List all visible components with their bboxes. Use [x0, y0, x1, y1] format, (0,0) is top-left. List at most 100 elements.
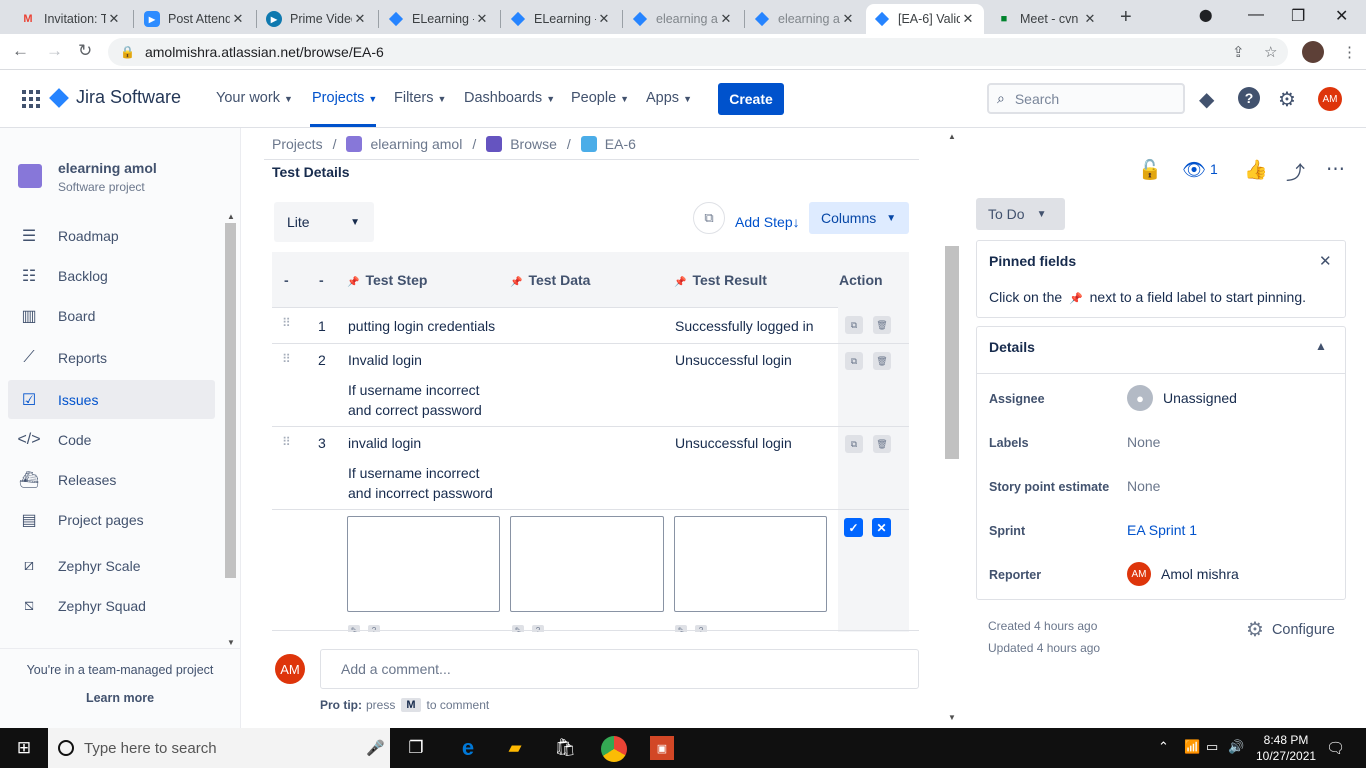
file-explorer-icon[interactable]: ▰ — [503, 736, 527, 760]
chrome-icon[interactable] — [601, 736, 627, 762]
status-dropdown[interactable]: To Do ▼ — [976, 198, 1065, 230]
cancel-step-icon[interactable]: ✕ — [872, 518, 891, 537]
close-tab-icon[interactable]: ✕ — [718, 11, 734, 27]
close-tab-icon[interactable]: ✕ — [1082, 11, 1098, 27]
sidebar-item-releases[interactable]: ⛴ Releases — [8, 461, 215, 499]
test-step-cell[interactable]: invalid login — [348, 433, 421, 453]
breadcrumb-projects[interactable]: Projects — [272, 136, 323, 152]
add-step-button[interactable]: Add Step↓ — [735, 214, 800, 230]
sprint-link[interactable]: EA Sprint 1 — [1127, 522, 1197, 538]
clone-step-icon[interactable]: ⧉ — [845, 352, 863, 370]
sidebar-item-zephyr-scale[interactable]: ⧄ Zephyr Scale — [8, 547, 215, 585]
close-tab-icon[interactable]: ✕ — [596, 11, 612, 27]
new-test-data-textarea[interactable] — [510, 516, 664, 612]
sidebar-item-board[interactable]: ▥ Board — [8, 297, 215, 335]
drag-handle-icon[interactable]: ⠿ — [282, 316, 291, 330]
test-result-cell[interactable]: Successfully logged in — [675, 316, 814, 336]
reload-icon[interactable]: ↻ — [78, 41, 92, 61]
forward-icon[interactable]: → — [46, 41, 63, 61]
test-step-cell[interactable]: Invalid login — [348, 350, 422, 370]
breadcrumb-project[interactable]: elearning amol — [370, 136, 462, 152]
reporter-field[interactable]: AM Amol mishra — [1127, 562, 1239, 586]
sidebar-item-roadmap[interactable]: ☰ Roadmap — [8, 217, 215, 255]
drag-handle-icon[interactable]: ⠿ — [282, 435, 291, 449]
comment-input[interactable]: Add a comment... — [320, 649, 919, 689]
like-icon[interactable]: 👍 — [1244, 158, 1268, 182]
restore-icon[interactable]: ❐ — [1291, 6, 1305, 26]
delete-step-icon[interactable]: 🗑 — [873, 316, 891, 334]
browser-tab[interactable]: elearning a ✕ — [746, 4, 864, 34]
nav-apps[interactable]: Apps ▼ — [646, 90, 692, 106]
header-test-step[interactable]: 📌 Test Step — [347, 272, 427, 288]
scroll-up-icon[interactable]: ▲ — [948, 132, 956, 141]
close-tab-icon[interactable]: ✕ — [352, 11, 368, 27]
header-test-result[interactable]: 📌 Test Result — [674, 272, 767, 288]
delete-step-icon[interactable]: 🗑 — [873, 435, 891, 453]
edge-icon[interactable]: e — [456, 735, 480, 760]
help-icon[interactable]: ? — [1238, 87, 1260, 109]
network-icon[interactable]: 📶 — [1184, 739, 1200, 755]
microphone-icon[interactable]: 🎤 — [366, 739, 385, 757]
taskbar-clock[interactable]: 8:48 PM 10/27/2021 — [1256, 732, 1316, 764]
sidebar-item-backlog[interactable]: ☷ Backlog — [8, 257, 215, 295]
taskbar-search-input[interactable]: Type here to search 🎤 — [48, 728, 390, 768]
more-options-icon[interactable]: ⋯ — [1326, 158, 1345, 181]
back-icon[interactable]: ← — [12, 41, 29, 61]
scroll-up-icon[interactable]: ▲ — [227, 212, 235, 221]
volume-icon[interactable]: 🔊 — [1228, 739, 1244, 755]
browser-tab[interactable]: elearning a ✕ — [624, 4, 742, 34]
sidebar-item-zephyr-squad[interactable]: ⧅ Zephyr Squad — [8, 587, 215, 625]
browser-tab[interactable]: ▶ Prime Video ✕ — [258, 4, 376, 34]
copy-icon[interactable]: ⧉ — [693, 202, 725, 234]
close-icon[interactable]: ✕ — [1319, 252, 1332, 270]
task-view-icon[interactable]: ❐ — [404, 736, 428, 760]
jira-logo[interactable]: Jira Software — [49, 87, 181, 108]
notifications-icon[interactable]: ◆ — [1199, 87, 1214, 112]
close-tab-icon[interactable]: ✕ — [840, 11, 856, 27]
sidebar-item-project-pages[interactable]: ▤ Project pages — [8, 501, 215, 539]
chrome-menu-icon[interactable]: ⋮ — [1342, 43, 1357, 61]
chevron-up-icon[interactable]: ▲ — [1315, 339, 1327, 353]
notification-center-icon[interactable]: 🗨 — [1326, 739, 1345, 757]
browser-tab[interactable]: M Invitation: T ✕ — [12, 4, 130, 34]
story-points-field[interactable]: None — [1127, 478, 1160, 494]
battery-icon[interactable]: ▭ — [1206, 739, 1218, 755]
drag-handle-icon[interactable]: ⠿ — [282, 352, 291, 366]
user-avatar[interactable]: AM — [1318, 87, 1342, 111]
bookmark-star-icon[interactable]: ☆ — [1264, 43, 1277, 61]
windows-start-icon[interactable]: ⊞ — [12, 736, 36, 760]
lock-icon[interactable]: 🔓 — [1138, 158, 1162, 182]
breadcrumb-browse[interactable]: Browse — [510, 136, 557, 152]
share-icon[interactable]: ⤴ — [1286, 158, 1305, 185]
sidebar-item-code[interactable]: </> Code — [8, 421, 215, 459]
chrome-profile-avatar[interactable] — [1302, 41, 1324, 63]
delete-step-icon[interactable]: 🗑 — [873, 352, 891, 370]
nav-your-work[interactable]: Your work ▼ — [216, 90, 293, 106]
window-close-icon[interactable]: ✕ — [1335, 6, 1348, 26]
app-switcher-icon[interactable] — [22, 90, 40, 108]
labels-field[interactable]: None — [1127, 434, 1160, 450]
watch-eye-icon[interactable]: 👁 — [1182, 158, 1206, 182]
assignee-field[interactable]: ● Unassigned — [1127, 385, 1237, 411]
close-tab-icon[interactable]: ✕ — [230, 11, 246, 27]
scroll-down-icon[interactable]: ▼ — [948, 713, 956, 722]
clone-step-icon[interactable]: ⧉ — [845, 316, 863, 334]
new-test-step-textarea[interactable] — [347, 516, 500, 612]
browser-tab-active[interactable]: [EA-6] Valid ✕ — [866, 4, 984, 34]
columns-button[interactable]: Columns ▼ — [809, 202, 909, 234]
scroll-down-icon[interactable]: ▼ — [227, 638, 235, 647]
test-result-cell[interactable]: Unsuccessful login — [675, 433, 792, 453]
breadcrumb-issue[interactable]: EA-6 — [605, 136, 636, 152]
view-mode-select[interactable]: Lite ▼ — [274, 202, 374, 242]
clone-step-icon[interactable]: ⧉ — [845, 435, 863, 453]
nav-filters[interactable]: Filters ▼ — [394, 90, 446, 106]
office-app-icon[interactable]: ▣ — [650, 736, 674, 760]
nav-projects[interactable]: Projects ▼ — [312, 90, 377, 106]
learn-more-link[interactable]: Learn more — [0, 691, 240, 705]
close-tab-icon[interactable]: ✕ — [106, 11, 122, 27]
tab-search-icon[interactable]: ⬤ — [1199, 8, 1212, 22]
close-tab-icon[interactable]: ✕ — [960, 11, 976, 27]
settings-gear-icon[interactable]: ⚙ — [1278, 87, 1296, 112]
minimize-icon[interactable]: — — [1248, 6, 1264, 24]
nav-dashboards[interactable]: Dashboards ▼ — [464, 90, 555, 106]
